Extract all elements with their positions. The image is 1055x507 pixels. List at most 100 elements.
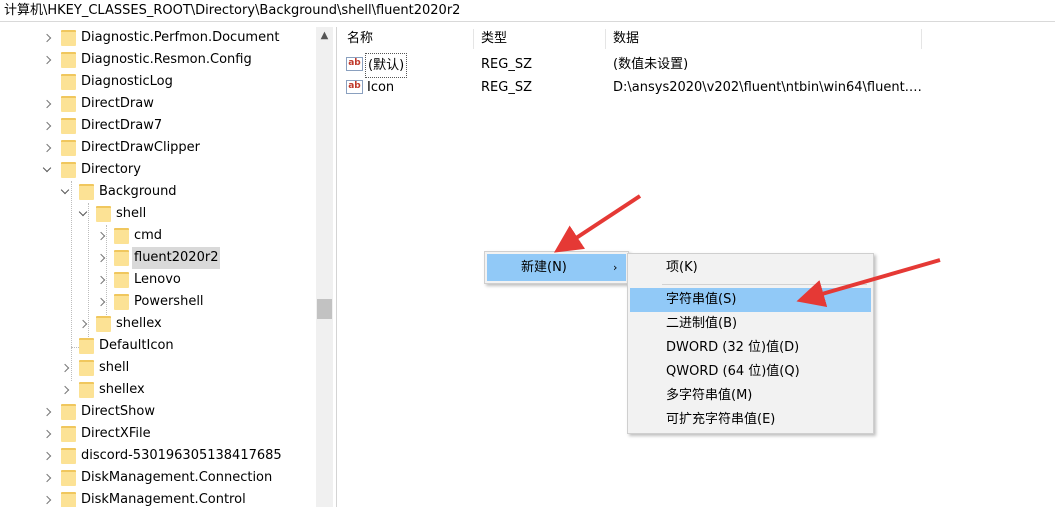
tree-item[interactable]: Directory	[0, 159, 316, 181]
tree-item[interactable]: DirectXFile	[0, 423, 316, 445]
tree-item[interactable]: shell	[0, 357, 316, 379]
value-type: REG_SZ	[481, 57, 532, 72]
tree-item-label: DefaultIcon	[99, 338, 174, 353]
tree-item-label: Diagnostic.Resmon.Config	[81, 52, 252, 67]
expand-chevron-icon[interactable]	[59, 379, 71, 401]
tree-item-label: shellex	[99, 382, 145, 397]
submenu-item-key[interactable]: 项(K)	[630, 256, 871, 280]
tree-item[interactable]: Background	[0, 181, 316, 203]
submenu-item-dword-value[interactable]: DWORD (32 位)值(D)	[630, 336, 871, 360]
expand-chevron-icon[interactable]	[41, 49, 53, 71]
folder-icon	[96, 316, 111, 332]
collapse-chevron-icon[interactable]	[41, 159, 53, 181]
folder-icon	[61, 118, 76, 134]
tree-item-label: shell	[99, 360, 130, 375]
value-row[interactable]: ab (默认) REG_SZ (数值未设置)	[341, 53, 1055, 78]
tree-item-label: Directory	[81, 162, 141, 177]
expand-chevron-icon[interactable]	[41, 423, 53, 445]
expand-chevron-icon[interactable]	[41, 401, 53, 423]
value-data: (数值未设置)	[613, 57, 689, 72]
tree-item[interactable]: shell	[0, 203, 316, 225]
tree-item[interactable]: DiskManagement.Connection	[0, 467, 316, 489]
collapse-chevron-icon[interactable]	[77, 203, 89, 225]
expand-chevron-icon[interactable]	[41, 27, 53, 49]
submenu-item-binary-value[interactable]: 二进制值(B)	[630, 312, 871, 336]
tree-item[interactable]: shellex	[0, 379, 316, 401]
column-divider[interactable]	[473, 29, 474, 49]
folder-open-icon	[79, 184, 94, 200]
tree-item[interactable]: DefaultIcon	[0, 335, 316, 357]
tree-item[interactable]: cmd	[0, 225, 316, 247]
tree-item[interactable]: DiagnosticLog	[0, 71, 316, 93]
tree-item-label: fluent2020r2	[132, 247, 221, 269]
submenu-item-multi-string-value[interactable]: 多字符串值(M)	[630, 384, 871, 408]
submenu-item-label: 多字符串值(M)	[666, 388, 753, 403]
tree-item[interactable]: Lenovo	[0, 269, 316, 291]
value-row[interactable]: ab Icon REG_SZ D:\ansys2020\v202\fluent\…	[341, 76, 1055, 99]
column-divider[interactable]	[921, 29, 922, 49]
expand-chevron-icon[interactable]	[41, 467, 53, 489]
folder-icon	[61, 448, 76, 464]
folder-icon	[114, 272, 129, 288]
expand-chevron-icon[interactable]	[95, 247, 107, 269]
folder-icon	[61, 30, 76, 46]
tree-item-label: shell	[116, 206, 147, 221]
folder-open-icon	[96, 206, 111, 222]
tree-item[interactable]: DirectDraw	[0, 93, 316, 115]
menu-item-new-label: 新建(N)	[521, 260, 567, 275]
tree-item[interactable]: Powershell	[0, 291, 316, 313]
expand-chevron-icon[interactable]	[59, 357, 71, 379]
tree-item-label: DirectXFile	[81, 426, 151, 441]
expand-chevron-icon[interactable]	[77, 313, 89, 335]
tree-item[interactable]: DirectShow	[0, 401, 316, 423]
expand-chevron-icon[interactable]	[95, 269, 107, 291]
tree-item-label: cmd	[134, 228, 163, 243]
string-value-icon: ab	[346, 80, 363, 94]
tree-item-label: Background	[99, 184, 177, 199]
expand-chevron-icon[interactable]	[95, 225, 107, 247]
expand-chevron-icon[interactable]	[41, 445, 53, 467]
submenu-item-label: DWORD (32 位)值(D)	[666, 340, 800, 355]
column-header-type[interactable]: 类型	[481, 27, 601, 51]
tree-item[interactable]: Diagnostic.Resmon.Config	[0, 49, 316, 71]
value-name: (默认)	[365, 53, 408, 78]
expand-chevron-icon[interactable]	[41, 115, 53, 137]
expand-chevron-icon[interactable]	[41, 137, 53, 159]
submenu-item-qword-value[interactable]: QWORD (64 位)值(Q)	[630, 360, 871, 384]
registry-tree: Diagnostic.Perfmon.Document Diagnostic.R…	[0, 27, 316, 507]
tree-item-label: DiskManagement.Control	[81, 492, 246, 507]
tree-item-selected[interactable]: fluent2020r2	[0, 247, 316, 269]
submenu-item-label: 可扩充字符串值(E)	[666, 412, 776, 427]
folder-icon	[61, 140, 76, 156]
folder-icon	[61, 426, 76, 442]
folder-icon	[61, 404, 76, 420]
column-divider[interactable]	[605, 29, 606, 49]
folder-icon	[61, 52, 76, 68]
tree-item[interactable]: discord-530196305138417685	[0, 445, 316, 467]
tree-item-label: Diagnostic.Perfmon.Document	[81, 30, 280, 45]
expand-chevron-icon[interactable]	[41, 489, 53, 507]
tree-item[interactable]: Diagnostic.Perfmon.Document	[0, 27, 316, 49]
column-header-data[interactable]: 数据	[613, 27, 913, 51]
scroll-up-arrow-icon[interactable]: ▲	[316, 27, 333, 44]
tree-item[interactable]: DiskManagement.Control	[0, 489, 316, 507]
submenu-item-expandable-string-value[interactable]: 可扩充字符串值(E)	[630, 408, 871, 432]
value-type: REG_SZ	[481, 80, 532, 95]
collapse-chevron-icon[interactable]	[59, 181, 71, 203]
folder-icon	[61, 74, 76, 90]
tree-item[interactable]: shellex	[0, 313, 316, 335]
tree-item-label: DirectDraw7	[81, 118, 163, 133]
tree-item[interactable]: DirectDraw7	[0, 115, 316, 137]
tree-scrollbar[interactable]: ▲	[316, 27, 333, 507]
submenu-item-label: 字符串值(S)	[666, 292, 737, 307]
address-bar[interactable]: 计算机\HKEY_CLASSES_ROOT\Directory\Backgrou…	[0, 0, 1055, 22]
tree-item[interactable]: DirectDrawClipper	[0, 137, 316, 159]
new-submenu: 项(K) 字符串值(S) 二进制值(B) DWORD (32 位)值(D) QW…	[627, 253, 874, 434]
column-header-name[interactable]: 名称	[347, 27, 467, 51]
expand-chevron-icon[interactable]	[95, 291, 107, 313]
scrollbar-thumb[interactable]	[317, 299, 332, 319]
tree-item-label: DirectDraw	[81, 96, 154, 111]
expand-chevron-icon[interactable]	[41, 93, 53, 115]
submenu-item-string-value[interactable]: 字符串值(S)	[630, 288, 871, 312]
submenu-item-label: QWORD (64 位)值(Q)	[666, 364, 800, 379]
